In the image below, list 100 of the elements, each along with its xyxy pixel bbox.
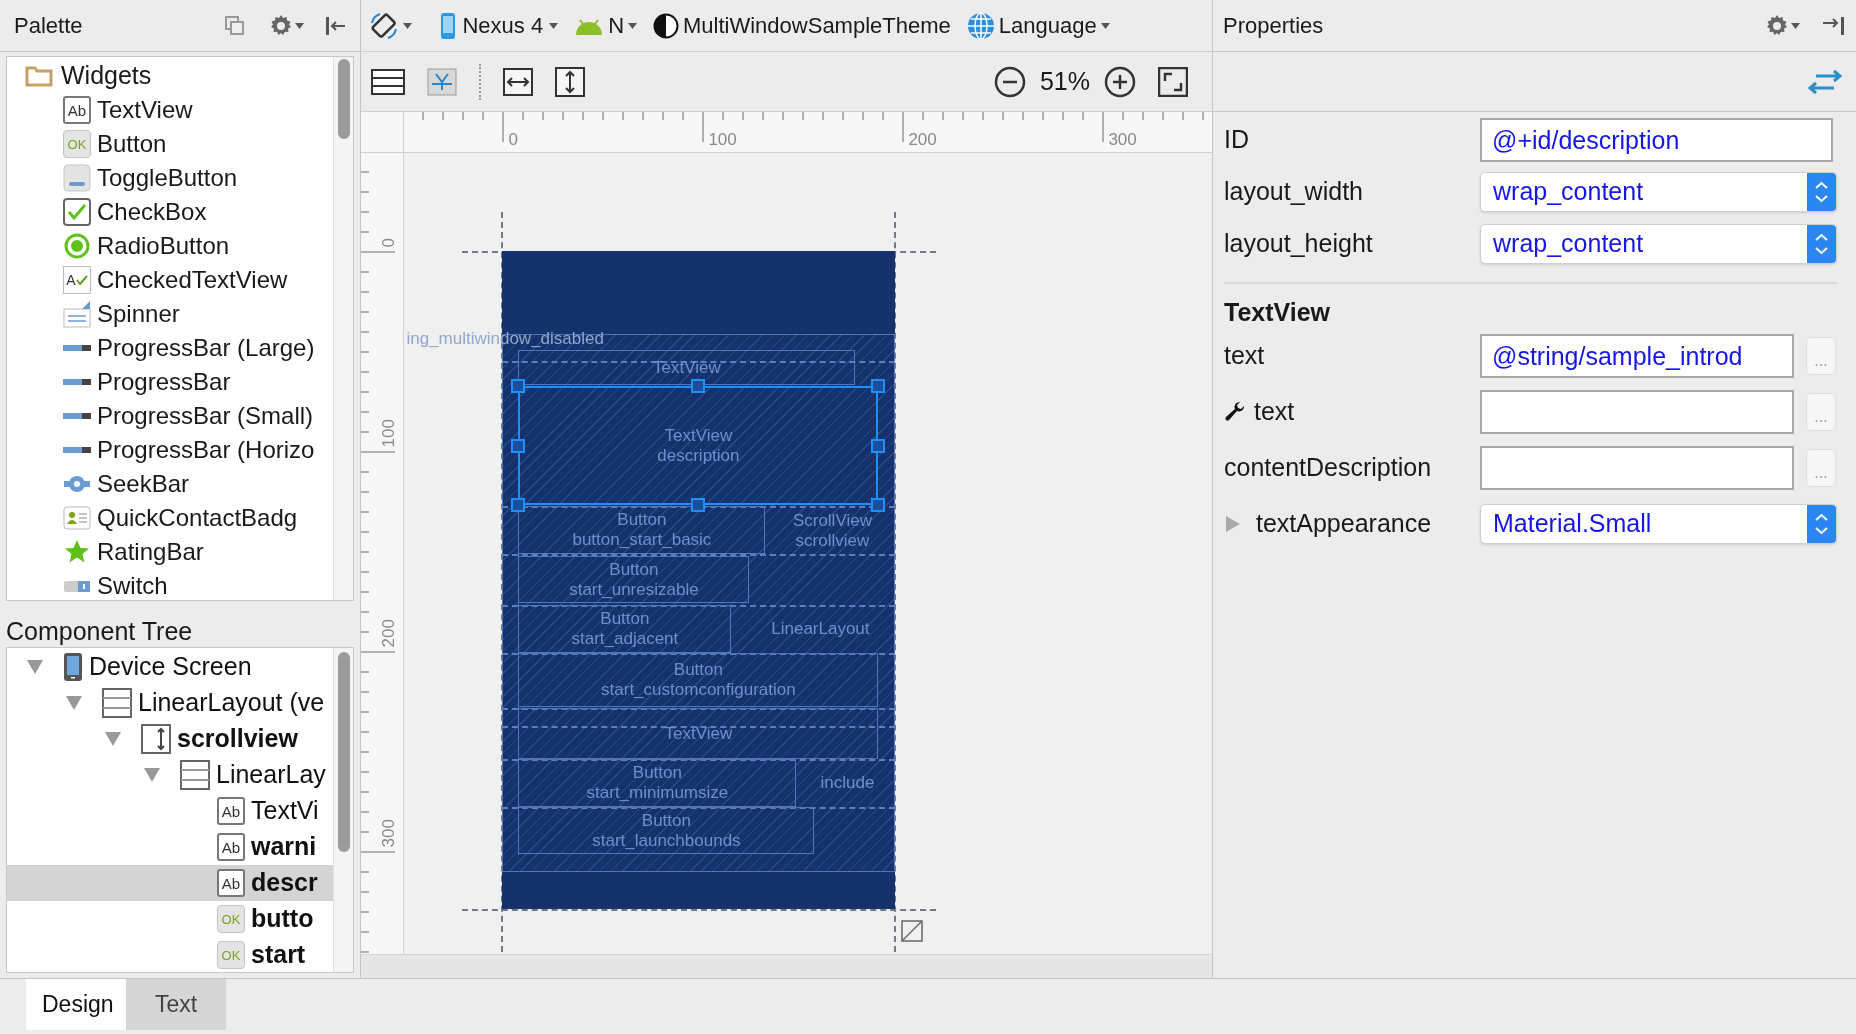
tree-label: descr: [251, 867, 318, 899]
tree-item[interactable]: Ab TextVi: [7, 793, 334, 829]
view-outline[interactable]: Button start_customconfiguration: [518, 653, 879, 707]
panel-title: Palette: [14, 12, 84, 40]
gear-icon[interactable]: [1765, 13, 1789, 38]
palette-group[interactable]: Widgets: [7, 59, 334, 93]
property-label: ID: [1224, 124, 1250, 156]
fork-icon[interactable]: [427, 67, 458, 96]
expand-horizontal-icon[interactable]: [503, 67, 534, 96]
dropdown[interactable]: wrap_content: [1480, 224, 1837, 264]
palette-item[interactable]: ProgressBar (Horizo: [7, 433, 334, 467]
tree-label: scrollview: [177, 723, 298, 755]
layout-icon: [102, 688, 132, 718]
tree-label: start: [251, 939, 306, 971]
resize-handle[interactable]: [691, 498, 706, 512]
palette-item[interactable]: Spinner: [7, 297, 334, 331]
editor-tab[interactable]: Text: [126, 979, 226, 1030]
zoom-in-icon[interactable]: [1104, 65, 1136, 98]
zoom-out-icon[interactable]: [993, 65, 1026, 98]
resize-handle[interactable]: [511, 498, 526, 512]
palette-item[interactable]: ToggleButton: [7, 161, 334, 195]
palette-item[interactable]: QuickContactBadg: [7, 501, 334, 535]
dropdown[interactable]: Material.Small: [1480, 504, 1837, 544]
scrollbar-thumb[interactable]: [337, 652, 350, 852]
view-label: description: [657, 445, 740, 466]
tree-item[interactable]: Ab warni: [7, 829, 334, 865]
checkbox-icon: [63, 198, 91, 226]
progress-bar-icon: [63, 446, 91, 454]
expand-vertical-icon[interactable]: [555, 66, 586, 97]
language-button[interactable]: Language: [966, 9, 1110, 42]
view-outline[interactable]: TextView: [518, 350, 856, 385]
expanded-triangle-icon[interactable]: [144, 768, 160, 782]
caret-icon: [1791, 22, 1800, 29]
tree-item[interactable]: OK butto: [7, 901, 334, 937]
caret-icon: [1100, 22, 1110, 29]
resize-handle[interactable]: [871, 379, 886, 393]
api-level-button[interactable]: N: [574, 9, 637, 42]
view-outline[interactable]: TextView: [518, 708, 879, 759]
pin-right-icon[interactable]: [1822, 14, 1846, 37]
tree-item[interactable]: LinearLay: [7, 757, 334, 793]
swap-arrows-icon[interactable]: [1808, 68, 1842, 95]
expanded-triangle-icon[interactable]: [105, 732, 121, 746]
view-outline[interactable]: Button start_adjacent: [518, 605, 732, 653]
tree-item[interactable]: scrollview: [7, 721, 334, 757]
palette-item[interactable]: ProgressBar (Small): [7, 399, 334, 433]
view-outline[interactable]: Button start_launchbounds: [518, 807, 815, 854]
palette-item[interactable]: RatingBar: [7, 535, 334, 569]
view-outline[interactable]: Button start_minimumsize: [518, 759, 797, 807]
view-outline[interactable]: Button button_start_basic: [518, 506, 766, 554]
tree-label: butto: [251, 903, 314, 935]
resize-handle[interactable]: [871, 498, 886, 512]
pin-left-icon[interactable]: [324, 14, 347, 37]
theme-button[interactable]: MultiWindowSampleTheme: [653, 9, 951, 42]
palette-item[interactable]: ProgressBar: [7, 365, 334, 399]
resize-handle[interactable]: [511, 379, 526, 393]
text-field[interactable]: [1480, 446, 1794, 490]
spinner-icon: [63, 300, 91, 328]
resize-corner-icon[interactable]: [901, 920, 924, 942]
editor-tab[interactable]: Design: [26, 979, 126, 1030]
gear-icon[interactable]: [269, 13, 294, 38]
text-field[interactable]: @+id/description: [1480, 118, 1833, 162]
expanded-triangle-icon[interactable]: [27, 660, 43, 674]
palette-item[interactable]: Ab TextView: [7, 93, 334, 127]
palette-item[interactable]: CheckBox: [7, 195, 334, 229]
text-field[interactable]: [1480, 390, 1794, 434]
orientation-button[interactable]: [369, 10, 413, 41]
panel-title: Properties: [1223, 12, 1325, 40]
resize-handle[interactable]: [511, 438, 526, 453]
resize-handle[interactable]: [871, 438, 886, 453]
expanded-triangle-icon[interactable]: [66, 696, 82, 710]
device-button[interactable]: Nexus 4: [440, 9, 559, 42]
view-label: TextView: [653, 357, 721, 378]
palette-item[interactable]: A CheckedTextView: [7, 263, 334, 297]
list-layout-icon[interactable]: [371, 68, 406, 95]
scrollbar-thumb[interactable]: [337, 59, 350, 139]
palette-item[interactable]: RadioButton: [7, 229, 334, 263]
view-label: start_adjacent: [571, 629, 679, 649]
ruler-label: 300: [379, 818, 400, 847]
view-label: Button: [609, 559, 659, 580]
tree-item[interactable]: Device Screen: [7, 649, 334, 685]
dropdown[interactable]: wrap_content: [1480, 172, 1837, 212]
tree-item[interactable]: OK start: [7, 937, 334, 972]
resize-handle[interactable]: [691, 379, 706, 393]
palette-item[interactable]: OK Button: [7, 127, 334, 161]
view-label: start_minimumsize: [586, 783, 729, 803]
text-field[interactable]: @string/sample_introd: [1480, 334, 1794, 378]
view-outline[interactable]: Button start_unresizable: [518, 556, 750, 603]
tree-item[interactable]: LinearLayout (ve: [7, 685, 334, 721]
copy-icon[interactable]: [225, 15, 246, 36]
view-label: start_customconfiguration: [601, 680, 796, 700]
view-label: start_launchbounds: [592, 830, 741, 851]
tree-item[interactable]: Ab descr: [7, 865, 334, 901]
palette-item[interactable]: ProgressBar (Large): [7, 331, 334, 365]
chevrons-icon: [1807, 173, 1836, 211]
tree-label: TextVi: [251, 795, 319, 827]
fit-screen-icon[interactable]: [1158, 66, 1188, 97]
palette-item[interactable]: Switch: [7, 569, 334, 600]
palette-item[interactable]: SeekBar: [7, 467, 334, 501]
tree-label: Device Screen: [89, 651, 252, 683]
view-label: Button: [617, 510, 667, 530]
